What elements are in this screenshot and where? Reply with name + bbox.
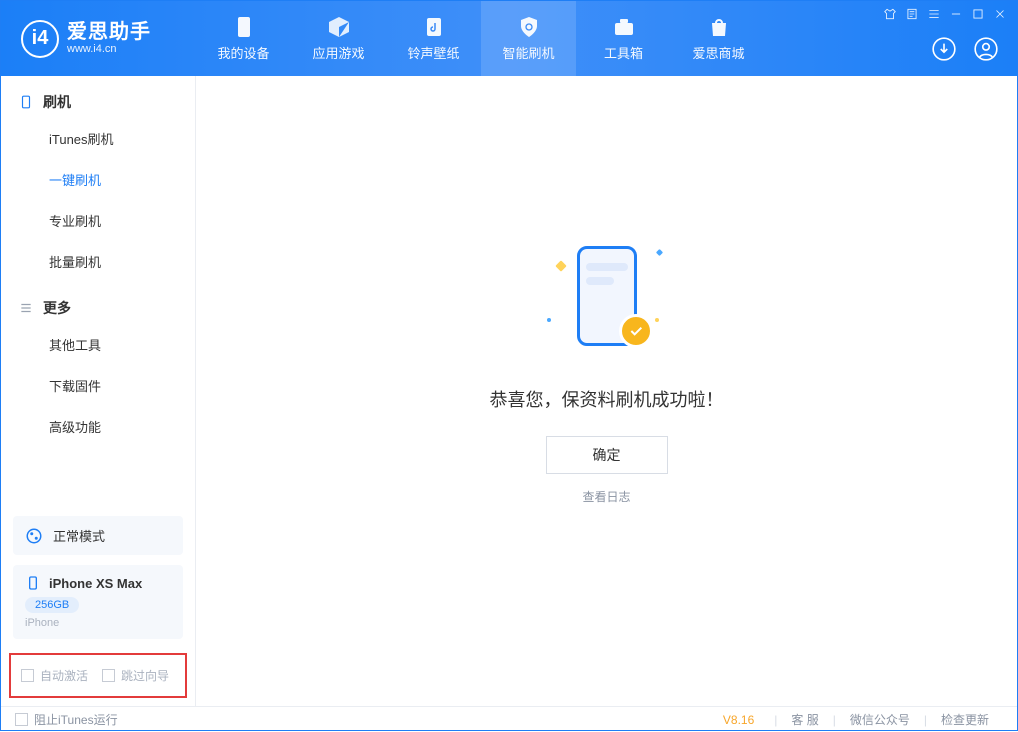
main-content: 恭喜您，保资料刷机成功啦！ 确定 查看日志 [196,76,1017,706]
checkbox-label: 阻止iTunes运行 [34,711,118,728]
checkbox-stop-itunes[interactable]: 阻止iTunes运行 [15,711,118,728]
checkbox-label: 自动激活 [40,667,88,684]
device-name: iPhone XS Max [49,576,142,591]
sidebar-group-flash: 刷机 [1,76,195,118]
bag-icon [707,15,731,39]
user-circle-icon[interactable] [973,36,999,62]
checkbox-icon [21,669,34,682]
shield-sync-icon [517,15,541,39]
checkbox-auto-activate[interactable]: 自动激活 [21,667,88,684]
checkbox-icon [15,713,28,726]
tab-toolbox[interactable]: 工具箱 [576,1,671,76]
logo: i4 爱思助手 www.i4.cn [1,1,196,76]
tab-smart-flash[interactable]: 智能刷机 [481,1,576,76]
mode-label: 正常模式 [53,526,105,545]
status-bar: 阻止iTunes运行 V8.16 | 客 服 | 微信公众号 | 检查更新 [1,706,1017,732]
close-icon[interactable] [993,7,1007,21]
app-subtitle: www.i4.cn [67,43,151,55]
ok-button[interactable]: 确定 [546,436,668,474]
device-card[interactable]: iPhone XS Max 256GB iPhone [13,565,183,639]
logo-icon: i4 [21,20,59,58]
phone-outline-icon [19,94,33,110]
download-circle-icon[interactable] [931,36,957,62]
sidebar-item-pro-flash[interactable]: 专业刷机 [1,200,195,241]
tab-label: 我的设备 [217,43,269,62]
tab-label: 工具箱 [604,43,643,62]
minimize-icon[interactable] [949,7,963,21]
note-icon[interactable] [905,7,919,21]
version-label: V8.16 [723,713,754,727]
footer-link-update[interactable]: 检查更新 [927,711,1003,728]
success-message: 恭喜您，保资料刷机成功啦！ [490,386,724,412]
sidebar-item-oneclick-flash[interactable]: 一键刷机 [1,159,195,200]
device-icon [25,575,41,591]
menu-icon[interactable] [927,7,941,21]
tab-label: 铃声壁纸 [407,43,459,62]
tab-ringtone[interactable]: 铃声壁纸 [386,1,481,76]
sidebar-item-batch-flash[interactable]: 批量刷机 [1,241,195,282]
checkbox-skip-wizard[interactable]: 跳过向导 [102,667,169,684]
tab-apps[interactable]: 应用游戏 [291,1,386,76]
app-header: i4 爱思助手 www.i4.cn 我的设备 应用游戏 铃声壁纸 智能刷机 工具… [1,1,1017,76]
tab-label: 爱思商城 [692,43,744,62]
sidebar: 刷机 iTunes刷机 一键刷机 专业刷机 批量刷机 更多 其他工具 下载固件 … [1,76,196,706]
app-title: 爱思助手 [67,21,151,43]
tab-store[interactable]: 爱思商城 [671,1,766,76]
sidebar-item-other-tools[interactable]: 其他工具 [1,324,195,365]
footer-link-service[interactable]: 客 服 [777,711,832,728]
mode-icon [25,527,43,545]
tab-label: 应用游戏 [312,43,364,62]
tab-label: 智能刷机 [502,43,554,62]
view-log-link[interactable]: 查看日志 [582,488,630,505]
shirt-icon[interactable] [883,7,897,21]
tab-my-device[interactable]: 我的设备 [196,1,291,76]
highlighted-options-box: 自动激活 跳过向导 [9,653,187,698]
cube-icon [327,15,351,39]
sidebar-group-more: 更多 [1,282,195,324]
header-right-actions [931,36,999,62]
music-file-icon [422,15,446,39]
footer-link-wechat[interactable]: 微信公众号 [836,711,924,728]
check-badge-icon [619,314,653,348]
sidebar-group-label: 刷机 [43,92,71,112]
checkbox-icon [102,669,115,682]
sidebar-item-advanced[interactable]: 高级功能 [1,406,195,447]
list-icon [19,300,33,316]
phone-icon [232,15,256,39]
toolbox-icon [612,15,636,39]
sidebar-item-itunes-flash[interactable]: iTunes刷机 [1,118,195,159]
checkbox-label: 跳过向导 [121,667,169,684]
device-type: iPhone [25,617,171,629]
sidebar-group-label: 更多 [43,298,71,318]
success-illustration [547,238,667,358]
device-storage: 256GB [25,597,79,613]
window-controls [883,7,1007,21]
maximize-icon[interactable] [971,7,985,21]
mode-card[interactable]: 正常模式 [13,516,183,555]
main-tabs: 我的设备 应用游戏 铃声壁纸 智能刷机 工具箱 爱思商城 [196,1,766,76]
sidebar-item-firmware[interactable]: 下载固件 [1,365,195,406]
